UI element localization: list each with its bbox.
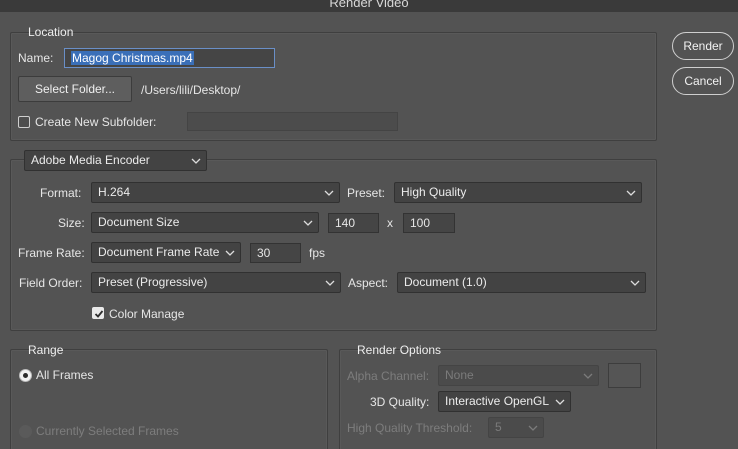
chevron-down-icon (626, 190, 636, 196)
render-button[interactable]: Render (672, 32, 734, 60)
all-frames-label: All Frames (36, 368, 94, 382)
chevron-down-icon (528, 425, 538, 431)
range-header: Range (28, 343, 64, 357)
aspect-label: Aspect: (348, 276, 389, 290)
field-order-value: Preset (Progressive) (98, 275, 208, 289)
cancel-button[interactable]: Cancel (672, 67, 734, 95)
chevron-down-icon (630, 280, 640, 286)
color-manage-checkbox[interactable] (92, 307, 104, 319)
alpha-channel-value: None (445, 368, 474, 382)
chevron-down-icon (555, 399, 565, 405)
all-frames-radio[interactable] (19, 369, 32, 382)
name-value: Magog Christmas.mp4 (71, 51, 194, 65)
select-folder-button[interactable]: Select Folder... (18, 76, 132, 102)
fps-input[interactable]: 30 (250, 243, 301, 263)
current-frames-label: Currently Selected Frames (36, 424, 179, 438)
create-subfolder-label: Create New Subfolder: (35, 115, 157, 129)
color-manage-label: Color Manage (109, 307, 185, 321)
folder-path: /Users/lili/Desktop/ (141, 83, 241, 97)
field-order-label: Field Order: (19, 276, 83, 290)
render-options-header: Render Options (357, 343, 442, 357)
threshold-value: 5 (495, 420, 502, 434)
window-title: Render Video (329, 0, 409, 10)
chevron-down-icon (324, 190, 334, 196)
size-value: Document Size (98, 215, 180, 229)
size-select[interactable]: Document Size (91, 212, 319, 233)
aspect-value: Document (1.0) (404, 275, 487, 289)
frame-rate-value: Document Frame Rate (98, 245, 220, 259)
chevron-down-icon (325, 280, 335, 286)
subfolder-input[interactable] (187, 112, 398, 131)
size-separator: x (387, 216, 393, 230)
fps-unit: fps (309, 246, 326, 260)
chevron-down-icon (583, 373, 593, 379)
chevron-down-icon (303, 220, 313, 226)
3d-quality-select[interactable]: Interactive OpenGL (438, 391, 571, 412)
threshold-label: High Quality Threshold: (347, 421, 473, 435)
encoder-value: Adobe Media Encoder (31, 153, 150, 167)
preset-label: Preset: (347, 186, 386, 200)
alpha-channel-label: Alpha Channel: (347, 369, 430, 383)
encoder-select[interactable]: Adobe Media Encoder (24, 150, 207, 171)
alpha-channel-select[interactable]: None (438, 365, 599, 386)
aspect-select[interactable]: Document (1.0) (397, 272, 646, 293)
preset-select[interactable]: High Quality (394, 182, 642, 203)
chevron-down-icon (225, 250, 235, 256)
frame-rate-label: Frame Rate: (18, 246, 85, 260)
current-frames-radio[interactable] (19, 425, 32, 438)
format-value: H.264 (98, 185, 131, 199)
alpha-color-swatch[interactable] (608, 363, 641, 388)
width-input[interactable]: 140 (328, 213, 379, 233)
create-subfolder-checkbox[interactable] (18, 116, 30, 128)
frame-rate-select[interactable]: Document Frame Rate (91, 242, 241, 263)
window-titlebar: Render Video (0, 0, 738, 12)
threshold-select[interactable]: 5 (488, 417, 544, 438)
format-select[interactable]: H.264 (91, 182, 340, 203)
name-input[interactable]: Magog Christmas.mp4 (64, 48, 275, 68)
size-label: Size: (58, 216, 85, 230)
height-input[interactable]: 100 (403, 213, 455, 233)
3d-quality-label: 3D Quality: (370, 395, 430, 409)
3d-quality-value: Interactive OpenGL (445, 394, 550, 408)
format-label: Format: (40, 186, 82, 200)
name-label: Name: (18, 51, 54, 65)
checkmark-icon (94, 310, 104, 318)
preset-value: High Quality (401, 185, 467, 199)
radio-dot-icon (23, 373, 28, 378)
field-order-select[interactable]: Preset (Progressive) (91, 272, 341, 293)
chevron-down-icon (191, 158, 201, 164)
location-header: Location (28, 25, 74, 39)
